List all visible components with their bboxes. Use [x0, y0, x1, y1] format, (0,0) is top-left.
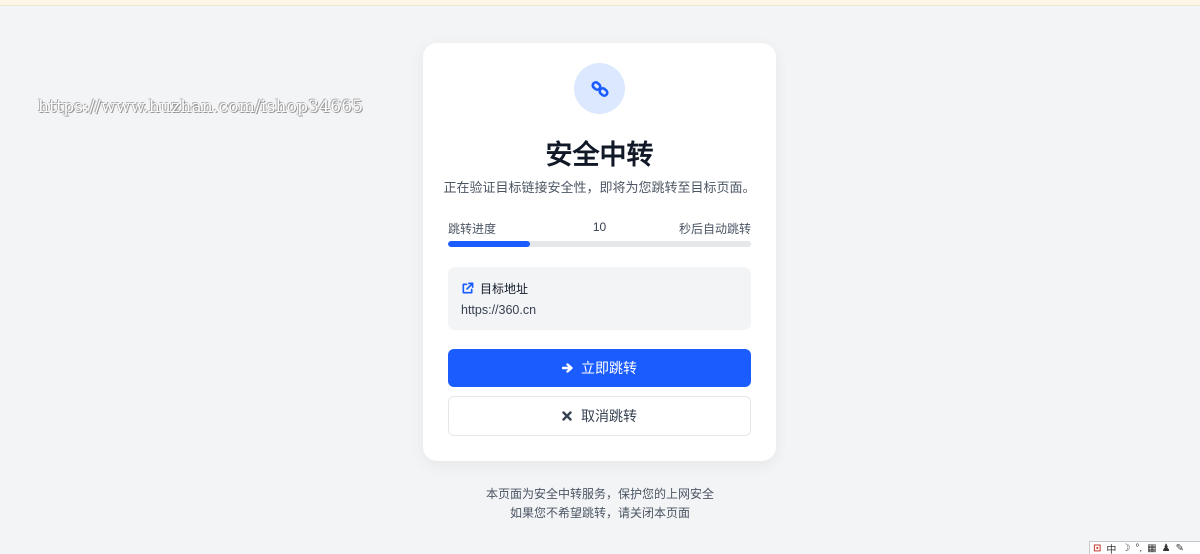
target-label-text: 目标地址 — [480, 282, 529, 296]
countdown-suffix: 秒后自动跳转 — [678, 222, 751, 236]
target-label: 目标地址 — [461, 280, 528, 297]
target-url: https://360.cn — [461, 303, 537, 317]
wrench-icon[interactable]: ✎ — [1176, 543, 1184, 554]
cancel-label: 取消跳转 — [581, 408, 637, 424]
redirect-card: 安全中转 正在验证目标链接安全性，即将为您跳转至目标页面。 跳转进度 10 秒后… — [423, 43, 776, 461]
arrow-right-icon — [562, 363, 573, 373]
footer-line-2: 如果您不希望跳转，请关闭本页面 — [509, 506, 690, 520]
progress-fill — [448, 241, 530, 247]
progress-info: 跳转进度 10 秒后自动跳转 — [448, 220, 751, 236]
target-address-box: 目标地址 https://360.cn — [448, 267, 751, 330]
link-icon — [590, 80, 609, 97]
watermark-text: https://www.huzhan.com/ishop34665 — [38, 97, 364, 117]
page-subtitle: 正在验证目标链接安全性，即将为您跳转至目标页面。 — [443, 180, 756, 195]
page-title: 安全中转 — [545, 140, 654, 170]
punctuation-icon[interactable]: °, — [1135, 543, 1142, 554]
link-icon-badge — [574, 63, 625, 114]
cancel-redirect-button[interactable]: 取消跳转 — [448, 396, 751, 436]
progress-bar — [448, 241, 751, 247]
user-icon[interactable]: ♟ — [1162, 543, 1171, 554]
footer-line-1: 本页面为安全中转服务，保护您的上网安全 — [485, 487, 714, 501]
top-notice-strip — [0, 0, 1200, 6]
ime-logo-icon[interactable]: ⊡ — [1093, 543, 1101, 554]
moon-icon[interactable]: ☽ — [1121, 543, 1130, 554]
close-icon — [562, 411, 572, 421]
external-link-icon — [462, 282, 474, 294]
go-now-button[interactable]: 立即跳转 — [448, 349, 751, 387]
keyboard-icon[interactable]: ▦ — [1147, 543, 1156, 554]
ime-toolbar[interactable]: ⊡ 中 ☽ °, ▦ ♟ ✎ — [1089, 541, 1200, 554]
ime-mode[interactable]: 中 — [1106, 541, 1116, 554]
go-now-label: 立即跳转 — [581, 360, 637, 376]
